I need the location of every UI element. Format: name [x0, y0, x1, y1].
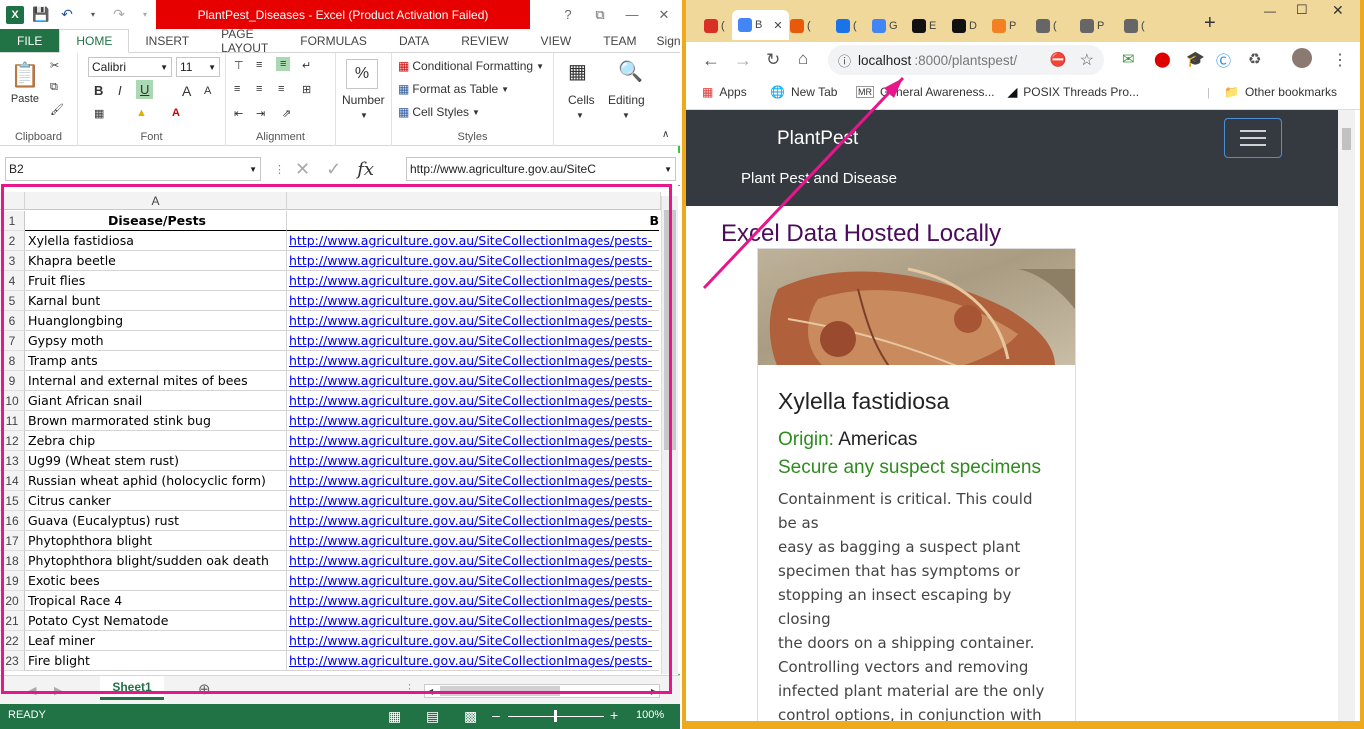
annotation-arrow [702, 76, 905, 290]
